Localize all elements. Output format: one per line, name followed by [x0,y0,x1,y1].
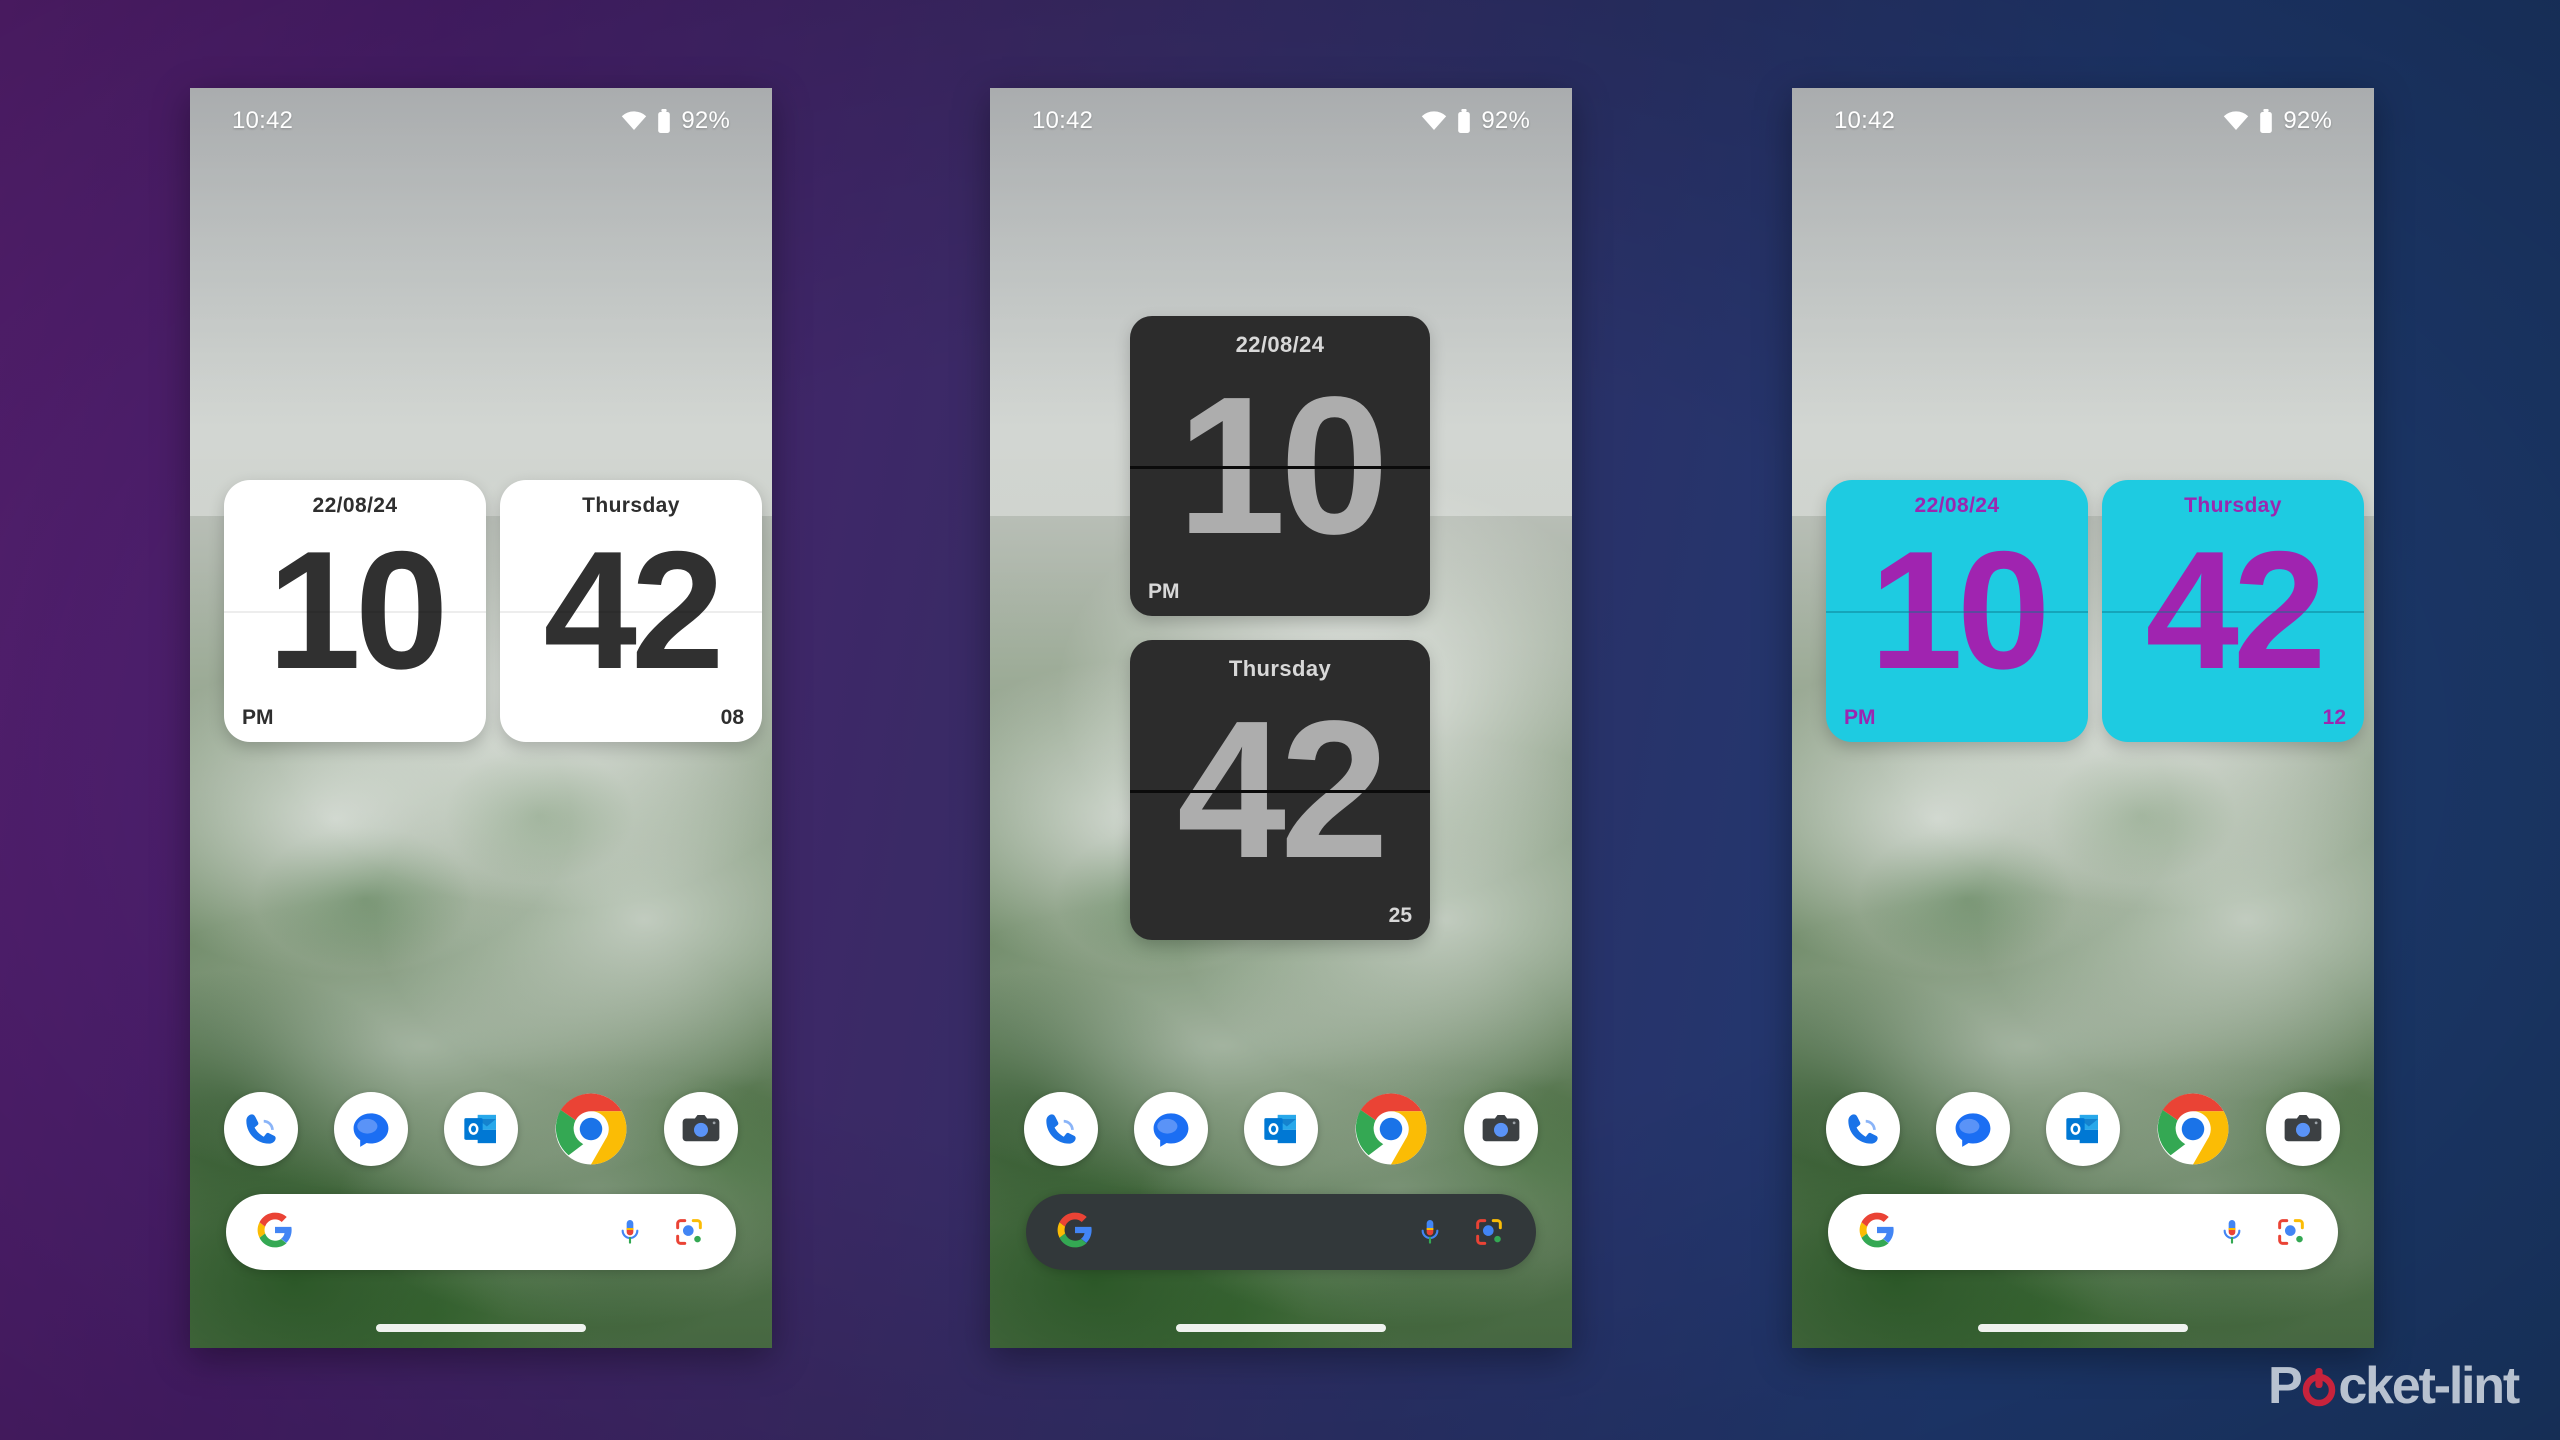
flip-clock-widget-cyan[interactable]: 22/08/24 10 PM Thursday 42 12 [1826,480,2364,742]
flip-card-meridiem: PM [1148,580,1180,603]
phone-icon [239,1107,283,1151]
dock [224,1092,738,1166]
dock-item-outlook[interactable] [2046,1092,2120,1166]
status-bar-indicators: 92% [621,107,730,135]
flip-card-seconds: 12 [2322,706,2346,729]
dock-item-chrome[interactable] [2156,1092,2230,1166]
brand-text-suffix: cket-lint [2338,1357,2520,1415]
messages-icon [1149,1107,1193,1151]
dock-item-camera[interactable] [2266,1092,2340,1166]
dock-item-messages[interactable] [1134,1092,1208,1166]
screenshot-stage: 10:42 92% 22/08/24 10 PM Thursday 42 08 … [0,0,2560,1440]
flip-card-minute[interactable]: Thursday 42 25 [1130,640,1430,940]
phone-icon [1039,1107,1083,1151]
pocketlint-logo: P cket-lint [2267,1356,2520,1416]
messages-icon [1951,1107,1995,1151]
status-bar-indicators: 92% [2223,107,2332,135]
google-search-bar[interactable] [1026,1194,1536,1270]
dock-item-camera[interactable] [664,1092,738,1166]
status-bar-time: 10:42 [232,107,294,134]
outlook-icon [2063,1109,2103,1149]
chrome-icon [1354,1092,1428,1166]
battery-percent: 92% [1481,107,1530,134]
camera-icon [680,1108,722,1150]
microphone-icon[interactable] [2216,1216,2248,1248]
gesture-navigation-bar[interactable] [1978,1324,2188,1332]
dock [1024,1092,1538,1166]
flip-clock-widget-dark[interactable]: 22/08/24 10 PM Thursday 42 25 [1130,316,1430,940]
google-lens-icon[interactable] [672,1215,706,1249]
google-g-icon [1858,1211,1896,1254]
status-bar-time: 10:42 [1032,107,1094,134]
flip-card-meridiem: PM [1844,706,1876,729]
flip-card-seconds: 25 [1388,904,1412,927]
battery-percent: 92% [681,107,730,134]
flip-card-hour[interactable]: 22/08/24 10 PM [1130,316,1430,616]
power-icon [2299,1364,2339,1408]
dock-item-messages[interactable] [1936,1092,2010,1166]
wifi-icon [2223,111,2249,131]
google-lens-icon[interactable] [1472,1215,1506,1249]
flip-card-fold-line [1826,611,2088,613]
outlook-icon [1261,1109,1301,1149]
dock-item-chrome[interactable] [554,1092,628,1166]
chrome-icon [554,1092,628,1166]
flip-card-fold-line [1130,790,1430,793]
dock-item-phone[interactable] [1826,1092,1900,1166]
google-search-bar[interactable] [1828,1194,2338,1270]
flip-clock-widget-light[interactable]: 22/08/24 10 PM Thursday 42 08 [224,480,762,742]
dock-item-camera[interactable] [1464,1092,1538,1166]
outlook-icon [461,1109,501,1149]
camera-icon [2282,1108,2324,1150]
camera-icon [1480,1108,1522,1150]
dock-item-outlook[interactable] [444,1092,518,1166]
battery-percent: 92% [2283,107,2332,134]
microphone-icon[interactable] [614,1216,646,1248]
phone-screen-2: 10:42 92% 22/08/24 10 PM Thursday 42 25 [990,88,1572,1348]
google-lens-icon[interactable] [2274,1215,2308,1249]
dock-item-outlook[interactable] [1244,1092,1318,1166]
status-bar-time: 10:42 [1834,107,1896,134]
flip-card-hour[interactable]: 22/08/24 10 PM [224,480,486,742]
status-bar: 10:42 92% [1792,88,2374,154]
wifi-icon [621,111,647,131]
flip-card-meridiem: PM [242,706,274,729]
battery-icon [2259,109,2273,133]
phone-icon [1841,1107,1885,1151]
flip-card-minute[interactable]: Thursday 42 08 [500,480,762,742]
dock-item-chrome[interactable] [1354,1092,1428,1166]
messages-icon [349,1107,393,1151]
flip-card-seconds: 08 [720,706,744,729]
dock-item-messages[interactable] [334,1092,408,1166]
google-g-icon [1056,1211,1094,1254]
flip-card-fold-line [1130,466,1430,469]
phone-screen-3: 10:42 92% 22/08/24 10 PM Thursday 42 12 [1792,88,2374,1348]
phone-screen-1: 10:42 92% 22/08/24 10 PM Thursday 42 08 [190,88,772,1348]
battery-icon [657,109,671,133]
status-bar: 10:42 92% [990,88,1572,154]
brand-text-prefix: P [2267,1357,2303,1415]
google-g-icon [256,1211,294,1254]
gesture-navigation-bar[interactable] [376,1324,586,1332]
google-search-bar[interactable] [226,1194,736,1270]
dock-item-phone[interactable] [224,1092,298,1166]
flip-card-fold-line [2102,611,2364,613]
flip-card-minute[interactable]: Thursday 42 12 [2102,480,2364,742]
flip-card-fold-line [224,611,486,613]
gesture-navigation-bar[interactable] [1176,1324,1386,1332]
battery-icon [1457,109,1471,133]
status-bar: 10:42 92% [190,88,772,154]
flip-card-hour[interactable]: 22/08/24 10 PM [1826,480,2088,742]
status-bar-indicators: 92% [1421,107,1530,135]
dock-item-phone[interactable] [1024,1092,1098,1166]
microphone-icon[interactable] [1414,1216,1446,1248]
flip-card-fold-line [500,611,762,613]
chrome-icon [2156,1092,2230,1166]
dock [1826,1092,2340,1166]
wifi-icon [1421,111,1447,131]
